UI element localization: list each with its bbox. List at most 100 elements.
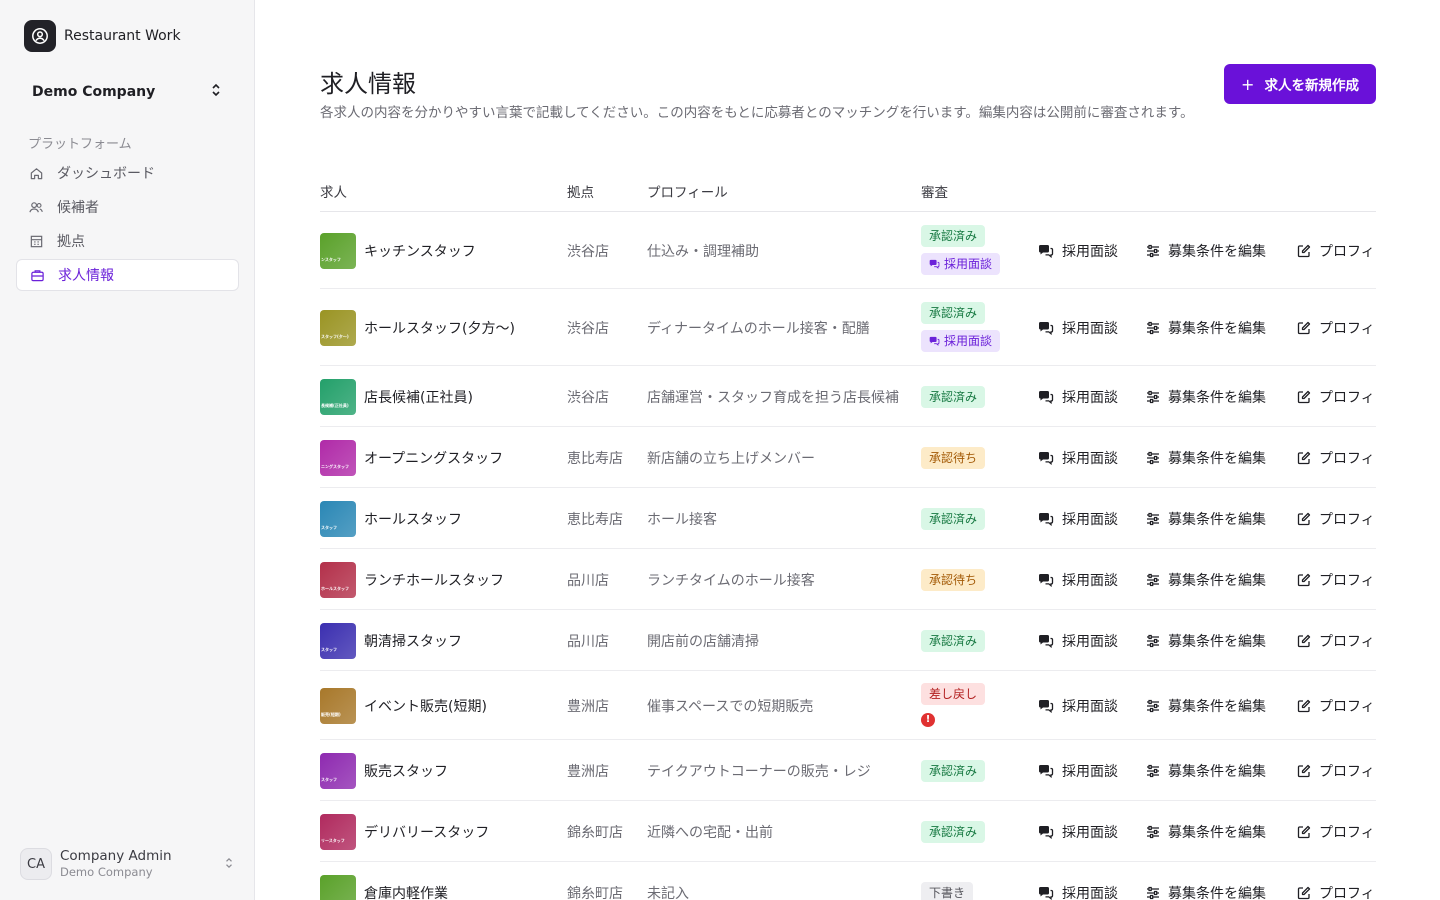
edit-conditions-action[interactable]: 募集条件を編集 — [1146, 509, 1266, 529]
edit-profile-action[interactable]: プロフィ — [1297, 448, 1375, 468]
job-title[interactable]: デリバリースタッフ — [364, 822, 489, 842]
edit-profile-action[interactable]: プロフィ — [1297, 509, 1375, 529]
brand[interactable]: Restaurant Work — [24, 20, 181, 52]
job-profile: ディナータイムのホール接客・配膳 — [647, 320, 870, 337]
edit-profile-action[interactable]: プロフィ — [1297, 883, 1375, 900]
edit-icon — [1297, 699, 1311, 713]
job-profile: 未記入 — [647, 885, 689, 900]
review-status: 承認済み 採用面談 — [921, 225, 1001, 275]
interview-action-label: 採用面談 — [1062, 698, 1118, 715]
table-row[interactable]: スタッフ 販売スタッフ 豊洲店 テイクアウトコーナーの販売・レジ 承認済み 採用面談 募集条… — [320, 740, 1376, 801]
sliders-icon — [1146, 512, 1160, 526]
job-profile: ランチタイムのホール接客 — [647, 572, 815, 589]
job-title[interactable]: オープニングスタッフ — [364, 448, 503, 468]
interview-action[interactable]: 採用面談 — [1038, 241, 1118, 261]
edit-conditions-action[interactable]: 募集条件を編集 — [1146, 448, 1266, 468]
review-status: 承認済み — [921, 507, 986, 530]
edit-conditions-action[interactable]: 募集条件を編集 — [1146, 883, 1266, 900]
sidebar-item-locations[interactable]: 拠点 — [16, 225, 239, 257]
chat-icon — [1038, 634, 1054, 648]
interview-action[interactable]: 採用面談 — [1038, 318, 1118, 338]
table-row[interactable]: ニングスタッフ オープニングスタッフ 恵比寿店 新店舗の立ち上げメンバー 承認待ち 採用面… — [320, 427, 1376, 488]
table-row[interactable]: スタッフ 朝清掃スタッフ 品川店 開店前の店舗清掃 承認済み 採用面談 募集条件を編集 プロフ… — [320, 610, 1376, 671]
job-title[interactable]: 朝清掃スタッフ — [364, 631, 462, 651]
sidebar-item-dashboard[interactable]: ダッシュボード — [16, 157, 239, 189]
interview-action[interactable]: 採用面談 — [1038, 387, 1118, 407]
interview-action[interactable]: 採用面談 — [1038, 570, 1118, 590]
interview-action[interactable]: 採用面談 — [1038, 822, 1118, 842]
edit-icon — [1297, 244, 1311, 258]
interview-action[interactable]: 採用面談 — [1038, 631, 1118, 651]
edit-profile-action[interactable]: プロフィ — [1297, 631, 1375, 651]
edit-conditions-action[interactable]: 募集条件を編集 — [1146, 696, 1266, 716]
job-title[interactable]: 販売スタッフ — [364, 761, 448, 781]
edit-profile-label: プロフィ — [1319, 763, 1375, 780]
edit-conditions-action[interactable]: 募集条件を編集 — [1146, 241, 1266, 261]
edit-profile-label: プロフィ — [1319, 243, 1375, 260]
table-row[interactable]: 倉庫内軽作業 錦糸町店 未記入 下書き 採用面談 募集条件を編集 プロフィ — [320, 862, 1376, 900]
home-icon — [28, 165, 44, 181]
job-profile: ホール接客 — [647, 511, 717, 528]
edit-profile-action[interactable]: プロフィ — [1297, 822, 1375, 842]
job-title[interactable]: イベント販売(短期) — [364, 696, 487, 716]
create-job-button[interactable]: + 求人を新規作成 — [1224, 64, 1376, 104]
edit-conditions-action[interactable]: 募集条件を編集 — [1146, 631, 1266, 651]
job-thumbnail: ホールスタッフ — [320, 561, 356, 598]
job-location: 渋谷店 — [567, 320, 609, 337]
table-row[interactable]: スタッフ ホールスタッフ 恵比寿店 ホール接客 承認済み 採用面談 募集条件を編集 プロフィ — [320, 488, 1376, 549]
interview-action[interactable]: 採用面談 — [1038, 448, 1118, 468]
edit-profile-action[interactable]: プロフィ — [1297, 696, 1375, 716]
job-title[interactable]: 店長候補(正社員) — [364, 387, 473, 407]
edit-conditions-action[interactable]: 募集条件を編集 — [1146, 822, 1266, 842]
user-menu[interactable]: CA Company Admin Demo Company — [20, 846, 240, 882]
alert-icon[interactable]: ! — [921, 713, 935, 727]
edit-profile-action[interactable]: プロフィ — [1297, 387, 1375, 407]
job-title[interactable]: ホールスタッフ(夕方〜) — [364, 318, 515, 338]
job-thumbnail: スタッフ(夕〜) — [320, 309, 356, 346]
review-status: 差し戻し! — [921, 683, 986, 727]
edit-conditions-action[interactable]: 募集条件を編集 — [1146, 318, 1266, 338]
interview-action[interactable]: 採用面談 — [1038, 883, 1118, 900]
job-title[interactable]: キッチンスタッフ — [364, 241, 476, 261]
sidebar-item-jobs[interactable]: 求人情報 — [16, 259, 239, 291]
sidebar-item-candidates[interactable]: 候補者 — [16, 191, 239, 223]
edit-icon — [1297, 764, 1311, 778]
edit-conditions-action[interactable]: 募集条件を編集 — [1146, 761, 1266, 781]
edit-profile-action[interactable]: プロフィ — [1297, 241, 1375, 261]
edit-icon — [1297, 886, 1311, 900]
table-row[interactable]: スタッフ(夕〜) ホールスタッフ(夕方〜) 渋谷店 ディナータイムのホール接客・配膳 承… — [320, 289, 1376, 366]
user-company: Demo Company — [60, 865, 153, 879]
edit-profile-label: プロフィ — [1319, 633, 1375, 650]
interview-action-label: 採用面談 — [1062, 450, 1118, 467]
job-thumbnail — [320, 874, 356, 900]
edit-icon — [1297, 634, 1311, 648]
table-row[interactable]: 長候補(正社員) 店長候補(正社員) 渋谷店 店舗運営・スタッフ育成を担う店長候補 承認… — [320, 366, 1376, 427]
edit-profile-action[interactable]: プロフィ — [1297, 761, 1375, 781]
table-row[interactable]: ンスタッフ キッチンスタッフ 渋谷店 仕込み・調理補助 承認済み 採用面談 採用面談 募集条件… — [320, 212, 1376, 289]
chat-icon — [1038, 573, 1054, 587]
review-status: 承認待ち — [921, 446, 986, 469]
interview-action-label: 採用面談 — [1062, 511, 1118, 528]
table-row[interactable]: 販売(短期) イベント販売(短期) 豊洲店 催事スペースでの短期販売 差し戻し! 採用面談… — [320, 671, 1376, 740]
edit-profile-action[interactable]: プロフィ — [1297, 570, 1375, 590]
avatar: CA — [20, 848, 52, 880]
job-title[interactable]: ホールスタッフ — [364, 509, 462, 529]
sidebar-item-label: 拠点 — [57, 234, 85, 250]
edit-conditions-label: 募集条件を編集 — [1168, 511, 1266, 528]
interview-action-label: 採用面談 — [1062, 243, 1118, 260]
edit-conditions-action[interactable]: 募集条件を編集 — [1146, 387, 1266, 407]
review-status: 承認済み — [921, 629, 986, 652]
job-title[interactable]: ランチホールスタッフ — [364, 570, 504, 590]
table-row[interactable]: ホールスタッフ ランチホールスタッフ 品川店 ランチタイムのホール接客 承認待ち 採用面談… — [320, 549, 1376, 610]
interview-action[interactable]: 採用面談 — [1038, 696, 1118, 716]
job-title[interactable]: 倉庫内軽作業 — [364, 883, 448, 900]
job-location: 渋谷店 — [567, 243, 609, 260]
edit-conditions-action[interactable]: 募集条件を編集 — [1146, 570, 1266, 590]
table-row[interactable]: リースタッフ デリバリースタッフ 錦糸町店 近隣への宅配・出前 承認済み 採用面談 募集条件… — [320, 801, 1376, 862]
company-switcher[interactable]: Demo Company — [16, 72, 238, 112]
column-header-review: 審査 — [921, 185, 948, 201]
sliders-icon — [1146, 886, 1160, 900]
edit-profile-action[interactable]: プロフィ — [1297, 318, 1375, 338]
interview-action[interactable]: 採用面談 — [1038, 509, 1118, 529]
interview-action[interactable]: 採用面談 — [1038, 761, 1118, 781]
